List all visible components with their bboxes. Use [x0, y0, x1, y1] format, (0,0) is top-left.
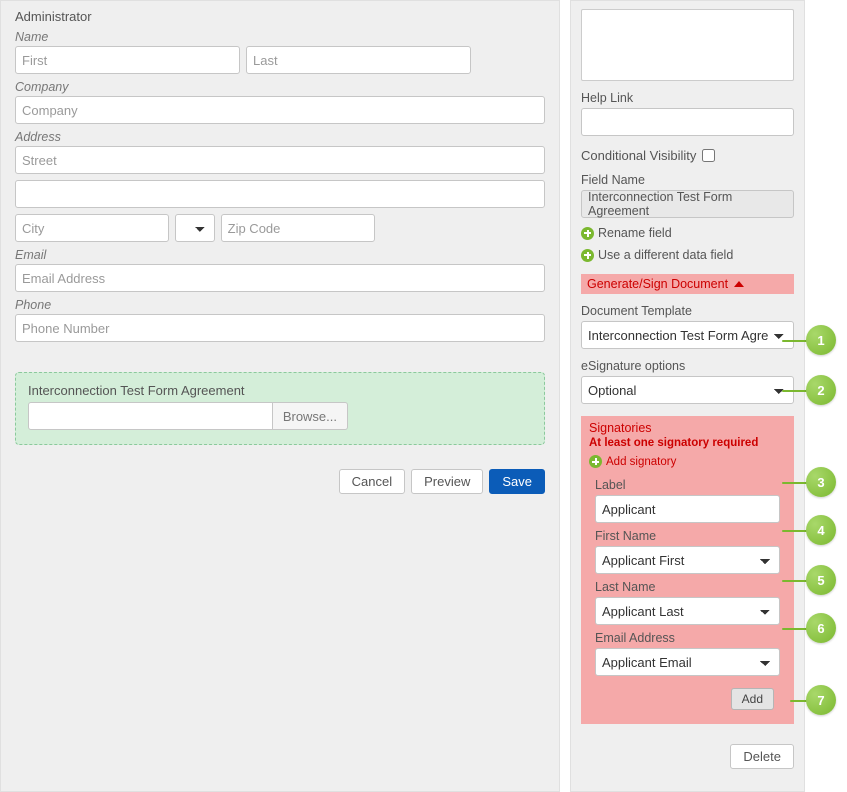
- company-label: Company: [15, 80, 545, 94]
- rename-field-link[interactable]: Rename field: [581, 226, 794, 240]
- sig-firstname-select[interactable]: Applicant First: [595, 546, 780, 574]
- connector-line: [782, 530, 808, 532]
- signatories-section: Signatories At least one signatory requi…: [581, 416, 794, 724]
- annotation-bubble-3: 3: [806, 467, 836, 497]
- signatories-subtitle: At least one signatory required: [589, 437, 786, 449]
- admin-section-title: Administrator: [15, 9, 545, 24]
- city-input[interactable]: [15, 214, 169, 242]
- company-input[interactable]: [15, 96, 545, 124]
- sig-lastname-select[interactable]: Applicant Last: [595, 597, 780, 625]
- last-name-input[interactable]: [246, 46, 471, 74]
- help-link-label: Help Link: [581, 91, 794, 105]
- signatories-title: Signatories: [589, 421, 786, 435]
- properties-panel: Help Link Conditional Visibility Field N…: [570, 0, 805, 792]
- document-template-select[interactable]: Interconnection Test Form Agre: [581, 321, 794, 349]
- plus-icon: [581, 227, 594, 240]
- annotation-bubble-2: 2: [806, 375, 836, 405]
- conditional-visibility-label: Conditional Visibility: [581, 148, 696, 163]
- connector-line: [782, 628, 808, 630]
- state-select[interactable]: [175, 214, 214, 242]
- connector-line: [782, 340, 808, 342]
- address-label: Address: [15, 130, 545, 144]
- connector-line: [782, 482, 808, 484]
- document-template-label: Document Template: [581, 304, 794, 318]
- annotation-bubble-4: 4: [806, 515, 836, 545]
- sig-label-label: Label: [595, 478, 780, 492]
- connector-line: [782, 580, 808, 582]
- conditional-visibility-checkbox[interactable]: [702, 149, 715, 162]
- phone-label: Phone: [15, 298, 545, 312]
- collapse-icon: [734, 281, 744, 287]
- street2-input[interactable]: [15, 180, 545, 208]
- preview-button[interactable]: Preview: [411, 469, 483, 494]
- sig-email-label: Email Address: [595, 631, 780, 645]
- phone-input[interactable]: [15, 314, 545, 342]
- help-link-input[interactable]: [581, 108, 794, 136]
- plus-icon: [581, 249, 594, 262]
- save-button[interactable]: Save: [489, 469, 545, 494]
- field-name-value: Interconnection Test Form Agreement: [581, 190, 794, 218]
- email-input[interactable]: [15, 264, 545, 292]
- agreement-title: Interconnection Test Form Agreement: [28, 383, 532, 398]
- cancel-button[interactable]: Cancel: [339, 469, 405, 494]
- connector-line: [782, 390, 808, 392]
- agreement-file-input[interactable]: [28, 402, 273, 430]
- esignature-options-select[interactable]: Optional: [581, 376, 794, 404]
- name-label: Name: [15, 30, 545, 44]
- add-signatory-link[interactable]: Add signatory: [589, 455, 786, 468]
- sig-email-select[interactable]: Applicant Email: [595, 648, 780, 676]
- different-data-field-link[interactable]: Use a different data field: [581, 248, 794, 262]
- esignature-options-label: eSignature options: [581, 359, 794, 373]
- add-button[interactable]: Add: [731, 688, 774, 710]
- annotation-bubble-1: 1: [806, 325, 836, 355]
- delete-button[interactable]: Delete: [730, 744, 794, 769]
- annotation-bubble-6: 6: [806, 613, 836, 643]
- sig-lastname-label: Last Name: [595, 580, 780, 594]
- properties-textarea[interactable]: [581, 9, 794, 81]
- generate-sign-header[interactable]: Generate/Sign Document: [581, 274, 794, 294]
- street-input[interactable]: [15, 146, 545, 174]
- annotation-bubble-7: 7: [806, 685, 836, 715]
- first-name-input[interactable]: [15, 46, 240, 74]
- field-name-label: Field Name: [581, 173, 794, 187]
- browse-button[interactable]: Browse...: [273, 402, 348, 430]
- sig-firstname-label: First Name: [595, 529, 780, 543]
- email-label: Email: [15, 248, 545, 262]
- plus-icon: [589, 455, 602, 468]
- agreement-upload-box: Interconnection Test Form Agreement Brow…: [15, 372, 545, 445]
- annotation-bubble-5: 5: [806, 565, 836, 595]
- zip-input[interactable]: [221, 214, 375, 242]
- form-preview-panel: Administrator Name Company Address Email…: [0, 0, 560, 792]
- sig-label-input[interactable]: [595, 495, 780, 523]
